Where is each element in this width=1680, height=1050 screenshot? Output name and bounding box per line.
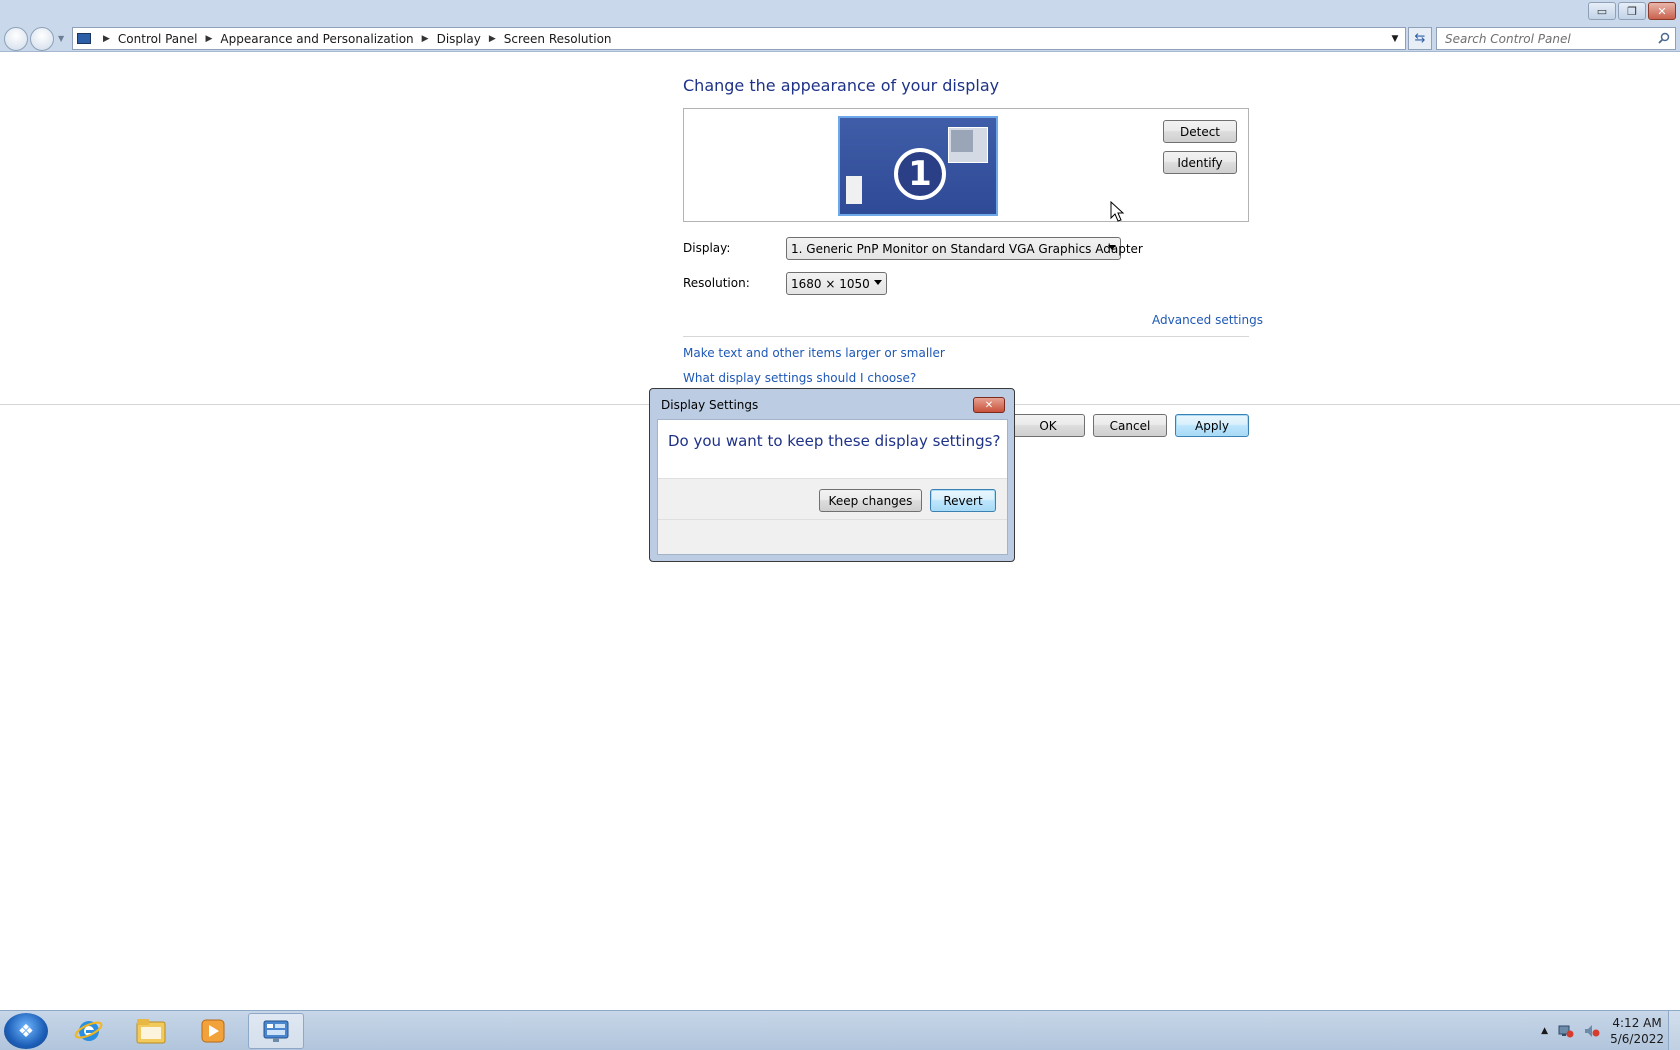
cancel-button[interactable]: Cancel xyxy=(1093,414,1167,437)
clock-time: 4:12 AM xyxy=(1612,1016,1662,1030)
clock-date: 5/6/2022 xyxy=(1610,1032,1664,1046)
dialog-status-area xyxy=(658,520,1007,554)
navigation-bar: ▼ ▶ Control Panel ▶ Appearance and Perso… xyxy=(0,24,1680,52)
chevron-down-icon xyxy=(1108,245,1116,250)
display-select-value: 1. Generic PnP Monitor on Standard VGA G… xyxy=(791,241,1143,256)
taskbar-windows-explorer[interactable] xyxy=(124,1013,178,1049)
monitor-number-badge: 1 xyxy=(894,148,946,200)
system-tray: ▲ 4:12 AM 5/6/2022 xyxy=(1541,1015,1664,1047)
show-hidden-icons-icon[interactable]: ▲ xyxy=(1541,1026,1548,1036)
display-settings-dialog: Display Settings ✕ Do you want to keep t… xyxy=(649,388,1015,562)
refresh-button[interactable]: ⇆ xyxy=(1408,27,1432,50)
breadcrumb-screen-resolution[interactable]: Screen Resolution xyxy=(504,32,612,46)
dialog-close-button[interactable]: ✕ xyxy=(973,397,1005,413)
chevron-down-icon xyxy=(874,280,882,285)
chevron-down-icon[interactable]: ▼ xyxy=(1385,28,1405,49)
detect-button[interactable]: Detect xyxy=(1163,120,1237,143)
taskbar: ❖ ▲ 4:12 AM 5/6/2022 xyxy=(0,1010,1680,1050)
volume-muted-icon[interactable] xyxy=(1584,1024,1600,1038)
back-button[interactable] xyxy=(4,27,28,51)
page-title: Change the appearance of your display xyxy=(683,76,1000,95)
dialog-body: Do you want to keep these display settin… xyxy=(657,419,1008,555)
minimize-button[interactable]: ▭ xyxy=(1588,2,1616,20)
control-panel-icon xyxy=(73,28,95,49)
display-help-link[interactable]: What display settings should I choose? xyxy=(683,371,916,385)
taskbar-control-panel[interactable] xyxy=(248,1013,304,1049)
search-icon[interactable] xyxy=(1658,32,1670,44)
advanced-settings-link[interactable]: Advanced settings xyxy=(1152,313,1263,327)
close-button[interactable]: ✕ xyxy=(1648,2,1676,20)
resolution-select-value: 1680 × 1050 xyxy=(791,276,870,291)
divider xyxy=(683,336,1249,337)
breadcrumb-display[interactable]: Display xyxy=(437,32,481,46)
chevron-right-icon[interactable]: ▶ xyxy=(95,34,118,44)
chevron-right-icon[interactable]: ▶ xyxy=(481,34,504,44)
media-player-icon xyxy=(201,1019,225,1043)
folder-icon xyxy=(136,1019,166,1044)
keep-changes-button[interactable]: Keep changes xyxy=(819,489,922,512)
chevron-right-icon[interactable]: ▶ xyxy=(414,34,437,44)
dialog-button-row: Keep changes Revert xyxy=(658,478,1007,520)
resolution-label: Resolution: xyxy=(683,276,750,290)
dialog-question: Do you want to keep these display settin… xyxy=(668,432,1001,450)
display-label: Display: xyxy=(683,241,731,255)
network-icon[interactable] xyxy=(1558,1024,1574,1038)
internet-explorer-icon xyxy=(74,1021,103,1041)
monitor-arrangement-panel: 1 Detect Identify xyxy=(683,108,1249,222)
clock[interactable]: 4:12 AM 5/6/2022 xyxy=(1610,1015,1664,1047)
start-button[interactable]: ❖ xyxy=(4,1013,48,1049)
text-size-link[interactable]: Make text and other items larger or smal… xyxy=(683,346,945,360)
window-titlebar: ▭ ❐ ✕ xyxy=(0,0,1680,24)
refresh-icon: ⇆ xyxy=(1414,31,1426,46)
dialog-title: Display Settings xyxy=(661,398,759,412)
search-placeholder: Search Control Panel xyxy=(1445,31,1571,46)
recent-pages-icon[interactable]: ▼ xyxy=(58,34,64,43)
window-controls: ▭ ❐ ✕ xyxy=(1588,2,1676,20)
taskbar-media-player[interactable] xyxy=(186,1013,240,1049)
monitor-1-thumbnail[interactable]: 1 xyxy=(838,116,998,216)
show-desktop-button[interactable] xyxy=(1668,1011,1680,1050)
revert-button[interactable]: Revert xyxy=(930,489,996,512)
taskbar-internet-explorer[interactable] xyxy=(62,1013,116,1049)
resolution-select[interactable]: 1680 × 1050 xyxy=(786,272,887,295)
breadcrumb-control-panel[interactable]: Control Panel xyxy=(118,32,198,46)
mouse-cursor-icon xyxy=(1110,201,1124,222)
search-input[interactable]: Search Control Panel xyxy=(1436,27,1676,50)
forward-button[interactable] xyxy=(30,27,54,51)
monitor-window-graphic xyxy=(948,127,988,163)
chevron-right-icon[interactable]: ▶ xyxy=(198,34,221,44)
apply-button[interactable]: Apply xyxy=(1175,414,1249,437)
address-bar[interactable]: ▶ Control Panel ▶ Appearance and Persona… xyxy=(72,27,1406,50)
restore-button[interactable]: ❐ xyxy=(1618,2,1646,20)
close-icon: ✕ xyxy=(984,399,994,411)
breadcrumb-appearance[interactable]: Appearance and Personalization xyxy=(220,32,413,46)
ok-button[interactable]: OK xyxy=(1011,414,1085,437)
display-select[interactable]: 1. Generic PnP Monitor on Standard VGA G… xyxy=(786,237,1143,260)
windows-logo-icon: ❖ xyxy=(17,1020,35,1042)
identify-button[interactable]: Identify xyxy=(1163,151,1237,174)
monitor-sidebar-graphic xyxy=(846,176,862,204)
control-panel-icon xyxy=(263,1020,289,1042)
